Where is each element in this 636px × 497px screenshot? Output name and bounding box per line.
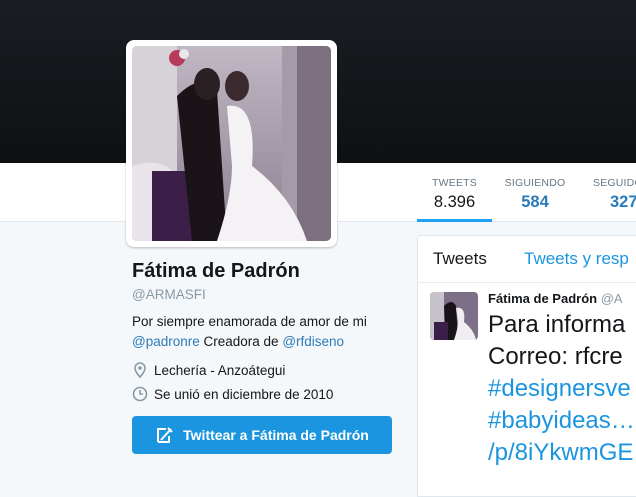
stat-tweets-label: TWEETS [432,177,477,189]
profile-name: Fátima de Padrón [132,260,300,282]
tweet-hashtag-designersve[interactable]: #designersve [488,373,635,405]
timeline-tabs: Tweets Tweets y resp [418,236,636,283]
stat-followers[interactable]: SEGUIDO 327 [588,163,636,222]
stat-followers-label: SEGUIDO [593,177,636,189]
tweet-author-handle: @A [600,291,623,306]
bio-middle: Creadora de [199,334,283,349]
tab-tweets-replies[interactable]: Tweets y resp [524,249,629,269]
timeline-panel: Tweets Tweets y resp Fátima de Padrón @A… [417,235,636,497]
tweet-author[interactable]: Fátima de Padrón @A [488,291,623,306]
tweet-line-1: Para informa [488,311,626,338]
profile-joined: Se unió en diciembre de 2010 [132,386,333,402]
stat-following-value: 584 [521,193,549,211]
tweet-author-name: Fátima de Padrón [488,291,598,306]
joined-text: Se unió en diciembre de 2010 [154,386,334,402]
map-pin-icon [134,362,146,378]
profile-handle[interactable]: @ARMASFI [132,287,206,302]
stat-followers-value: 327 [610,193,636,211]
profile-avatar[interactable] [126,40,337,247]
profile-location: Lechería - Anzoátegui [132,362,285,378]
bio-mention-padronre[interactable]: @padronre [132,334,200,349]
stat-tweets[interactable]: TWEETS 8.396 [417,163,492,222]
calendar-icon [132,386,148,402]
stat-following[interactable]: SIGUIENDO 584 [500,163,570,222]
profile-bio: Por siempre enamorada de amor de mi @pad… [132,312,402,352]
tweet-to-label: Twittear a Fátima de Padrón [183,427,369,443]
compose-icon [157,427,173,443]
stat-following-label: SIGUIENDO [504,177,566,189]
tweet-hashtag-babyideas[interactable]: #babyideas… [488,405,635,437]
tweet-link[interactable]: /p/8iYkwmGE [488,437,635,469]
bio-mention-rfdiseno[interactable]: @rfdiseno [282,334,344,349]
stat-tweets-value: 8.396 [433,193,476,211]
location-text: Lechería - Anzoátegui [154,362,286,378]
tweet-author-avatar[interactable] [430,292,478,340]
avatar-photo [132,46,331,241]
tweet-line-2: Correo: rfcre [488,343,623,370]
bio-text: Por siempre enamorada de amor de mi [132,314,367,329]
tweet-to-button[interactable]: Twittear a Fátima de Padrón [132,416,392,454]
tweet-text: Para informa Correo: rfcre #designersve … [488,309,635,469]
tab-tweets[interactable]: Tweets [433,249,487,269]
